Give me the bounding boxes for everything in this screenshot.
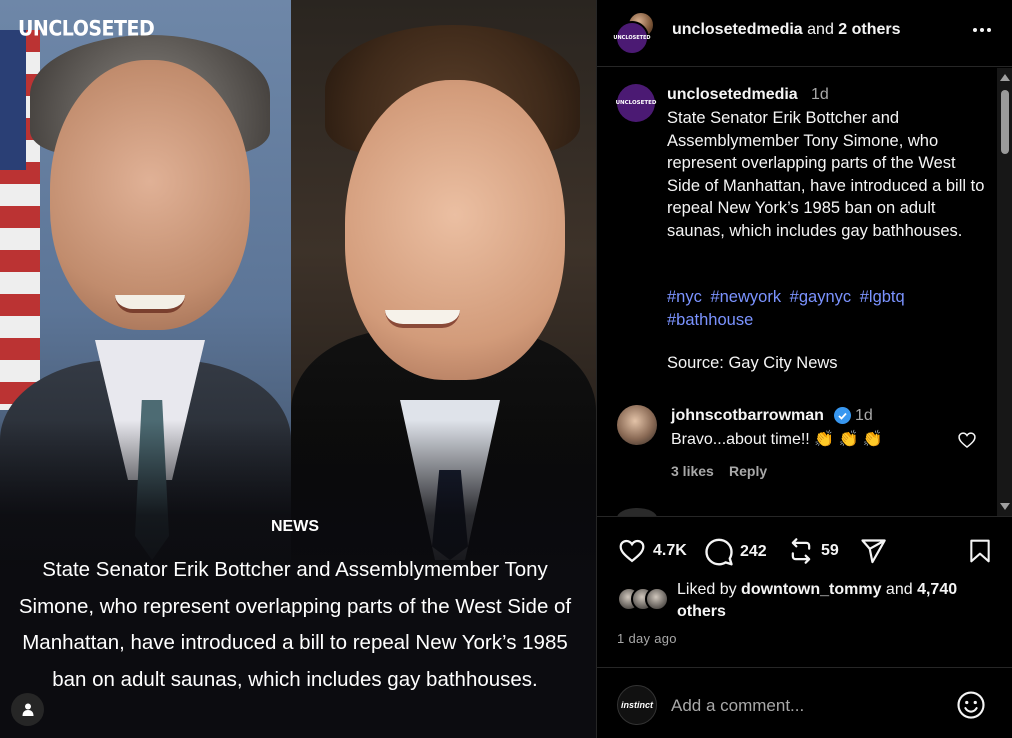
brand-logo: UNCLOSETED <box>18 16 155 42</box>
verified-badge-icon <box>834 407 851 424</box>
comment-icon <box>705 538 733 566</box>
media-caption: State Senator Erik Bottcher and Assembly… <box>18 558 572 691</box>
caption-time[interactable]: 1d <box>811 86 829 104</box>
like-button[interactable]: 4.7K <box>617 537 687 565</box>
save-button[interactable] <box>967 537 993 570</box>
caption-text: State Senator Erik Bottcher and Assembly… <box>667 109 985 240</box>
hashtag-link[interactable]: #newyork <box>710 288 781 306</box>
comment-avatar[interactable] <box>617 405 657 445</box>
next-comment-avatar <box>617 508 657 516</box>
liked-by.joiner: and <box>881 581 918 598</box>
caption-avatar[interactable]: UNCLOSETED <box>616 84 656 122</box>
hashtag-link[interactable]: #lgbtq <box>860 288 905 306</box>
comment-time[interactable]: 1d <box>855 407 873 425</box>
liked-by-count[interactable]: 4,740 <box>917 581 957 598</box>
hashtag-link[interactable]: #bathhouse <box>667 311 753 329</box>
more-options-button[interactable] <box>969 18 995 42</box>
collab-avatars[interactable]: UNCLOSETED <box>613 11 659 55</box>
bookmark-icon <box>970 539 990 563</box>
liked-by-text: Liked by downtown_tommy and 4,740 others <box>677 579 997 623</box>
header-account[interactable]: unclosetedmedia <box>672 21 803 38</box>
comment-body: Bravo...about time!! <box>671 431 810 448</box>
add-comment-bar: instinct <box>597 667 1012 738</box>
smiley-icon[interactable] <box>956 690 986 720</box>
header-others[interactable]: 2 others <box>838 21 900 38</box>
comment-text: Bravo...about time!! 👏 👏 👏 <box>671 429 883 449</box>
comment-input[interactable] <box>671 694 941 718</box>
liked-by-user[interactable]: downtown_tommy <box>741 581 881 598</box>
person-icon <box>22 703 33 716</box>
liked-by-avatars[interactable] <box>617 587 671 611</box>
comment-likes-count[interactable]: 3 likes <box>671 463 714 479</box>
hashtag-link[interactable]: #gaynyc <box>790 288 851 306</box>
share-button[interactable] <box>859 537 887 565</box>
current-user-avatar[interactable]: instinct <box>617 685 657 725</box>
comments-scroll-area[interactable]: UNCLOSETED unclosetedmedia 1d State Sena… <box>597 68 997 516</box>
header-account-names[interactable]: unclosetedmedia and 2 others <box>672 21 901 39</box>
caption-username[interactable]: unclosetedmedia <box>667 86 798 104</box>
liked-by.prefix: Liked by <box>677 581 742 598</box>
account-avatar: UNCLOSETED <box>613 21 651 55</box>
heart-icon <box>619 539 645 563</box>
post-header: UNCLOSETED unclosetedmedia and 2 others <box>597 0 1012 67</box>
liked-by-others[interactable]: others <box>677 603 726 620</box>
post-details-panel: UNCLOSETED unclosetedmedia and 2 others … <box>596 0 1012 738</box>
likes-count[interactable]: 4.7K <box>653 542 687 560</box>
scroll-down-arrow-icon[interactable] <box>1000 503 1010 510</box>
hashtag-link[interactable]: #nyc <box>667 288 702 306</box>
comment-reply-button[interactable]: Reply <box>729 463 767 479</box>
face <box>345 80 565 380</box>
news-label: NEWS <box>271 518 319 535</box>
repost-button[interactable]: 59 <box>787 537 839 565</box>
comment-button[interactable]: 242 <box>704 537 767 567</box>
post-timestamp[interactable]: 1 day ago <box>617 631 677 646</box>
share-icon <box>861 539 886 564</box>
scroll-up-arrow-icon[interactable] <box>1000 74 1010 81</box>
more-horizontal-icon <box>973 28 991 32</box>
caption-hashtags: #nyc #newyork #gaynyc #lgbtq #bathhouse <box>667 286 967 331</box>
caption-source: Source: Gay City News <box>667 354 838 372</box>
header-joiner: and <box>802 21 839 38</box>
scrollbar-thumb[interactable] <box>1001 90 1009 154</box>
post-media[interactable]: UNCLOSETED NEWS State Senator Erik Bottc… <box>0 0 596 738</box>
face <box>50 60 250 330</box>
post-actions: 4.7K 242 59 Liked by downtown_tommy and … <box>597 516 1012 666</box>
comments-count[interactable]: 242 <box>740 543 767 561</box>
user-tags-button[interactable] <box>11 693 44 726</box>
span <box>645 587 669 611</box>
comments-scrollbar[interactable] <box>997 68 1012 516</box>
repost-icon <box>791 538 811 564</box>
comment-like-heart-icon[interactable] <box>957 430 977 450</box>
smile <box>385 310 460 328</box>
comment-username[interactable]: johnscotbarrowman <box>671 407 824 425</box>
reposts-count[interactable]: 59 <box>821 542 839 560</box>
clap-emoji: 👏 👏 👏 <box>814 431 883 448</box>
smile <box>115 295 185 313</box>
